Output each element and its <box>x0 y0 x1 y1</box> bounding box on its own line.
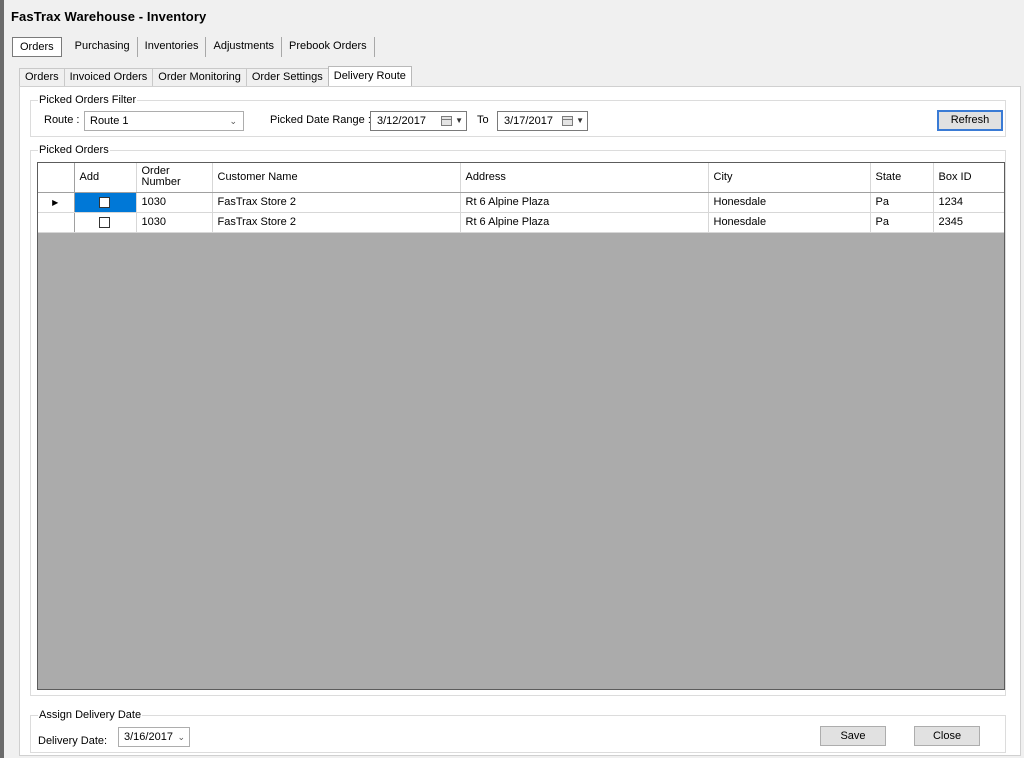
grid-header-row: Add Order Number Customer Name Address C… <box>38 163 1004 193</box>
order-number-cell[interactable]: 1030 <box>136 192 213 213</box>
row-header-cell[interactable] <box>38 212 75 233</box>
route-label: Route : <box>44 114 80 126</box>
refresh-button[interactable]: Refresh <box>937 110 1003 131</box>
calendar-icon <box>441 116 452 126</box>
chevron-down-icon: ⌄ <box>177 732 185 742</box>
route-select-value: Route 1 <box>90 115 129 127</box>
order-number-cell[interactable]: 1030 <box>136 212 213 233</box>
state-cell[interactable]: Pa <box>870 212 934 233</box>
customer-name-cell[interactable]: FasTrax Store 2 <box>212 192 461 213</box>
calendar-icon <box>562 116 573 126</box>
delivery-date-value: 3/16/2017 <box>124 731 173 743</box>
state-cell[interactable]: Pa <box>870 192 934 213</box>
sub-tab-delivery-route[interactable]: Delivery Route <box>327 66 412 87</box>
address-cell[interactable]: Rt 6 Alpine Plaza <box>460 192 709 213</box>
sub-tab-orders[interactable]: Orders <box>19 68 65 86</box>
customer-name-cell[interactable]: FasTrax Store 2 <box>212 212 461 233</box>
column-header-address[interactable]: Address <box>460 163 709 193</box>
main-tab-orders[interactable]: Orders <box>12 37 62 57</box>
caret-down-icon: ▼ <box>576 116 584 125</box>
route-select[interactable]: Route 1 ⌄ <box>84 111 244 131</box>
picked-orders-filter-legend: Picked Orders Filter <box>38 94 138 106</box>
box-id-cell[interactable]: 2345 <box>933 212 1004 233</box>
picked-orders-legend: Picked Orders <box>38 144 110 156</box>
row-pointer-icon: ▶ <box>52 198 59 207</box>
row-header-cell[interactable]: ▶ <box>38 192 75 213</box>
picked-orders-filter-group: Picked Orders Filter Route : Route 1 ⌄ P… <box>30 94 1006 137</box>
sub-tab-invoiced-orders[interactable]: Invoiced Orders <box>63 68 154 86</box>
table-row[interactable]: 1030 FasTrax Store 2 Rt 6 Alpine Plaza H… <box>38 212 1004 233</box>
picked-from-date-value: 3/12/2017 <box>377 115 426 127</box>
delivery-route-page: Picked Orders Filter Route : Route 1 ⌄ P… <box>19 86 1021 756</box>
sub-tab-order-monitoring[interactable]: Order Monitoring <box>152 68 247 86</box>
column-header-order-number[interactable]: Order Number <box>136 163 213 193</box>
assign-delivery-date-legend: Assign Delivery Date <box>38 709 143 721</box>
box-id-cell[interactable]: 1234 <box>933 192 1004 213</box>
delivery-date-label: Delivery Date: <box>38 735 108 747</box>
add-cell[interactable] <box>74 212 137 233</box>
main-tab-purchasing[interactable]: Purchasing <box>68 37 138 57</box>
add-cell[interactable] <box>74 192 137 213</box>
picked-orders-grid[interactable]: Add Order Number Customer Name Address C… <box>37 162 1005 690</box>
to-label: To <box>477 114 489 126</box>
picked-to-date-picker[interactable]: 3/17/2017 ▼ <box>497 111 588 131</box>
add-checkbox[interactable] <box>99 216 110 228</box>
column-header-state[interactable]: State <box>870 163 934 193</box>
main-tab-adjustments[interactable]: Adjustments <box>206 37 283 57</box>
column-header-box-id[interactable]: Box ID <box>933 163 1004 193</box>
city-cell[interactable]: Honesdale <box>708 212 871 233</box>
column-header-add[interactable]: Add <box>74 163 137 193</box>
main-tab-prebook-orders[interactable]: Prebook Orders <box>282 37 375 57</box>
app-title: FasTrax Warehouse - Inventory <box>11 9 207 24</box>
main-tab-strip: Orders Purchasing Inventories Adjustment… <box>12 36 375 58</box>
column-header-city[interactable]: City <box>708 163 871 193</box>
address-cell[interactable]: Rt 6 Alpine Plaza <box>460 212 709 233</box>
row-header-column <box>38 163 75 193</box>
caret-down-icon: ▼ <box>455 116 463 125</box>
save-button[interactable]: Save <box>820 726 886 746</box>
table-row[interactable]: ▶ 1030 FasTrax Store 2 Rt 6 Alpine Plaza… <box>38 192 1004 213</box>
column-header-customer-name[interactable]: Customer Name <box>212 163 461 193</box>
sub-tab-order-settings[interactable]: Order Settings <box>245 68 329 86</box>
assign-delivery-date-group: Assign Delivery Date Delivery Date: 3/16… <box>30 709 1006 753</box>
delivery-date-picker[interactable]: 3/16/2017 ⌄ <box>118 727 190 747</box>
picked-from-date-picker[interactable]: 3/12/2017 ▼ <box>370 111 467 131</box>
sub-tab-strip: Orders Invoiced Orders Order Monitoring … <box>19 66 412 87</box>
city-cell[interactable]: Honesdale <box>708 192 871 213</box>
picked-orders-table: Add Order Number Customer Name Address C… <box>38 163 1004 233</box>
window-left-edge <box>0 0 4 758</box>
chevron-down-icon: ⌄ <box>229 116 237 126</box>
main-tab-inventories[interactable]: Inventories <box>138 37 207 57</box>
picked-date-range-label: Picked Date Range : <box>270 114 371 126</box>
close-button[interactable]: Close <box>914 726 980 746</box>
picked-to-date-value: 3/17/2017 <box>504 115 553 127</box>
add-checkbox[interactable] <box>99 196 110 208</box>
